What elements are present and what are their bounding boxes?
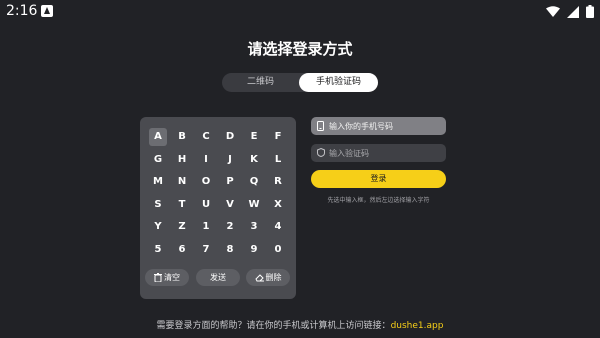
eraser-icon <box>254 274 264 282</box>
send-label: 发送 <box>210 273 226 282</box>
delete-label: 删除 <box>265 273 282 282</box>
key-m[interactable]: M <box>149 173 167 191</box>
battery-icon <box>586 5 594 18</box>
key-c[interactable]: C <box>197 128 215 146</box>
code-field[interactable] <box>311 144 446 162</box>
key-t[interactable]: T <box>173 196 191 214</box>
key-i[interactable]: I <box>197 151 215 169</box>
key-w[interactable]: W <box>245 196 263 214</box>
key-u[interactable]: U <box>197 196 215 214</box>
trash-icon <box>154 273 162 283</box>
key-r[interactable]: R <box>269 173 287 191</box>
key-y[interactable]: Y <box>149 218 167 236</box>
key-1[interactable]: 1 <box>197 218 215 236</box>
phone-icon <box>317 121 324 131</box>
key-z[interactable]: Z <box>173 218 191 236</box>
input-hint: 先选中输入框，然后左边选择输入字符 <box>327 197 430 204</box>
help-text: 需要登录方面的帮助？请在你的手机或计算机上访问链接： <box>156 321 391 331</box>
key-h[interactable]: H <box>173 151 191 169</box>
key-x[interactable]: X <box>269 196 287 214</box>
help-footer: 需要登录方面的帮助？请在你的手机或计算机上访问链接：dushe1.app <box>0 318 600 331</box>
key-e[interactable]: E <box>245 128 263 146</box>
key-9[interactable]: 9 <box>245 241 263 259</box>
tab-phone-code[interactable]: 手机验证码 <box>299 73 378 92</box>
status-icons <box>546 5 594 18</box>
key-s[interactable]: S <box>149 196 167 214</box>
key-5[interactable]: 5 <box>149 241 167 259</box>
tab-qr-code[interactable]: 二维码 <box>222 73 299 92</box>
status-bar: 2:16 <box>0 0 600 24</box>
key-k[interactable]: K <box>245 151 263 169</box>
wifi-icon <box>546 5 560 17</box>
key-a[interactable]: A <box>149 128 167 146</box>
key-f[interactable]: F <box>269 128 287 146</box>
login-method-tabs: 二维码 手机验证码 <box>222 73 378 92</box>
app-notification-icon <box>41 5 53 17</box>
key-q[interactable]: Q <box>245 173 263 191</box>
key-d[interactable]: D <box>221 128 239 146</box>
phone-input[interactable] <box>329 117 439 135</box>
page-title: 请选择登录方式 <box>247 40 353 58</box>
send-button[interactable]: 发送 <box>196 269 240 286</box>
key-4[interactable]: 4 <box>269 218 287 236</box>
key-7[interactable]: 7 <box>197 241 215 259</box>
status-time: 2:16 <box>6 3 38 19</box>
help-link[interactable]: dushe1.app <box>391 321 444 331</box>
clear-label: 清空 <box>164 273 180 282</box>
key-p[interactable]: P <box>221 173 239 191</box>
clear-button[interactable]: 清空 <box>145 269 189 286</box>
key-8[interactable]: 8 <box>221 241 239 259</box>
key-v[interactable]: V <box>221 196 239 214</box>
key-n[interactable]: N <box>173 173 191 191</box>
phone-field[interactable] <box>311 117 446 135</box>
key-3[interactable]: 3 <box>245 218 263 236</box>
key-6[interactable]: 6 <box>173 241 191 259</box>
key-o[interactable]: O <box>197 173 215 191</box>
shield-icon <box>317 148 325 157</box>
key-2[interactable]: 2 <box>221 218 239 236</box>
code-input[interactable] <box>329 144 439 162</box>
key-j[interactable]: J <box>221 151 239 169</box>
key-g[interactable]: G <box>149 151 167 169</box>
key-l[interactable]: L <box>269 151 287 169</box>
login-button[interactable]: 登录 <box>311 170 446 188</box>
key-b[interactable]: B <box>173 128 191 146</box>
signal-icon <box>567 5 579 18</box>
delete-button[interactable]: 删除 <box>246 269 290 286</box>
on-screen-keyboard: 清空 发送 删除 ABCDEF GHIJKL MNOPQR STUVWX YZ1234 5… <box>140 117 296 299</box>
key-0[interactable]: 0 <box>269 241 287 259</box>
